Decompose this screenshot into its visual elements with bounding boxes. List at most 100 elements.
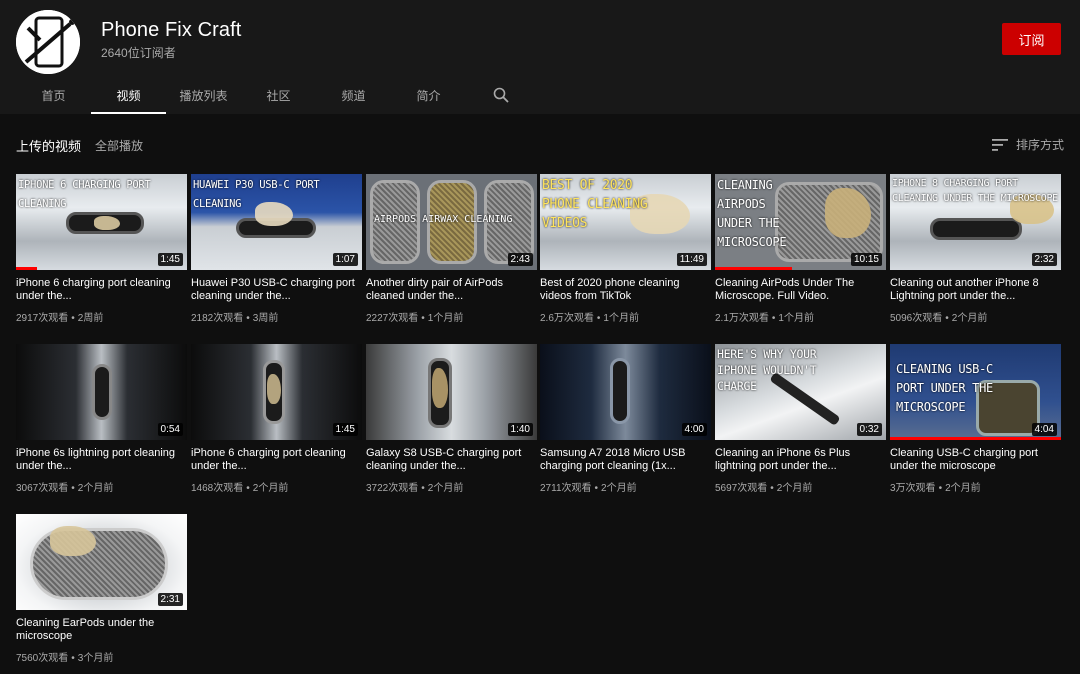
video-thumbnail[interactable]: AIRPODS AIRWAX CLEANING 2:43 xyxy=(366,174,537,270)
watch-progress xyxy=(16,267,37,270)
upload-age: 1个月前 xyxy=(427,313,464,324)
video-thumbnail[interactable]: 1:40 xyxy=(366,344,537,440)
view-count: 2227次观看 xyxy=(366,313,419,324)
play-all-button[interactable]: 全部播放 xyxy=(95,137,143,154)
video-duration: 1:07 xyxy=(332,253,358,266)
video-thumbnail[interactable]: 1:45 xyxy=(191,344,362,440)
video-thumbnail[interactable]: BEST OF 2020 PHONE CLEANING VIDEOS 11:49 xyxy=(540,174,711,270)
sort-button[interactable]: 排序方式 xyxy=(991,136,1064,153)
video-thumbnail[interactable]: 0:54 xyxy=(16,344,187,440)
tab-playlists[interactable]: 播放列表 xyxy=(166,76,241,114)
video-title[interactable]: Best of 2020 phone cleaning videos from … xyxy=(540,277,711,303)
view-count: 5697次观看 xyxy=(715,483,768,494)
video-duration: 0:54 xyxy=(157,423,183,436)
section-title: 上传的视频 xyxy=(16,139,82,154)
video-duration: 2:43 xyxy=(507,253,533,266)
video-meta: 5697次观看 • 2个月前 xyxy=(715,483,813,494)
video-meta: 3067次观看 • 2个月前 xyxy=(16,483,114,494)
video-meta: 5096次观看 • 2个月前 xyxy=(890,313,988,324)
sort-icon xyxy=(991,138,1008,151)
video-title[interactable]: iPhone 6s lightning port cleaning under … xyxy=(16,447,187,473)
video-title[interactable]: Another dirty pair of AirPods cleaned un… xyxy=(366,277,537,303)
video-card[interactable]: IPHONE 8 CHARGING PORT CLEANING UNDER TH… xyxy=(890,174,1061,324)
upload-age: 1个月前 xyxy=(603,313,639,324)
tab-about[interactable]: 简介 xyxy=(391,76,466,114)
video-title[interactable]: iPhone 6 charging port cleaning under th… xyxy=(191,447,362,473)
subscribe-button[interactable]: 订阅 xyxy=(1002,23,1061,55)
upload-age: 2个月前 xyxy=(945,483,981,494)
thumbnail-caption: IPHONE 8 CHARGING PORT CLEANING UNDER TH… xyxy=(892,178,1058,204)
video-thumbnail[interactable]: HERE'S WHY YOUR IPHONE WOULDN'T CHARGE 0… xyxy=(715,344,886,440)
view-count: 1468次观看 xyxy=(191,483,244,494)
video-title[interactable]: Cleaning USB-C charging port under the m… xyxy=(890,447,1061,473)
tab-community[interactable]: 社区 xyxy=(241,76,316,114)
thumbnail-caption: CLEANING AIRPODS UNDER THE MICROSCOPE xyxy=(717,178,787,249)
video-card[interactable]: 1:45 iPhone 6 charging port cleaning und… xyxy=(191,344,362,494)
avatar[interactable] xyxy=(16,10,80,74)
tab-videos[interactable]: 视频 xyxy=(91,76,166,114)
channel-header: Phone Fix Craft 2640位订阅者 订阅 首页 视频 播放列表 社… xyxy=(0,0,1080,114)
video-duration: 1:40 xyxy=(507,423,533,436)
video-card[interactable]: 0:54 iPhone 6s lightning port cleaning u… xyxy=(16,344,187,494)
video-card[interactable]: IPHONE 6 CHARGING PORT CLEANING 1:45 iPh… xyxy=(16,174,187,324)
video-meta: 7560次观看 • 3个月前 xyxy=(16,653,114,664)
view-count: 2.6万次观看 xyxy=(540,313,594,324)
video-duration: 2:31 xyxy=(157,593,183,606)
tab-home[interactable]: 首页 xyxy=(16,76,91,114)
view-count: 3722次观看 xyxy=(366,483,419,494)
video-title[interactable]: Cleaning out another iPhone 8 Lightning … xyxy=(890,277,1061,303)
thumbnail-caption: IPHONE 6 CHARGING PORT CLEANING xyxy=(18,179,151,210)
thumbnail-caption: AIRPODS AIRWAX CLEANING xyxy=(374,214,513,225)
channel-tabs: 首页 视频 播放列表 社区 频道 简介 xyxy=(16,76,536,114)
search-icon xyxy=(493,87,509,103)
video-duration: 2:32 xyxy=(1031,253,1057,266)
video-meta: 2227次观看 • 1个月前 xyxy=(366,313,464,324)
view-count: 2711次观看 xyxy=(540,483,592,494)
video-title[interactable]: Cleaning EarPods under the microscope xyxy=(16,617,187,643)
channel-name: Phone Fix Craft xyxy=(101,19,242,41)
video-title[interactable]: Samsung A7 2018 Micro USB charging port … xyxy=(540,447,711,473)
tab-channels[interactable]: 频道 xyxy=(316,76,391,114)
video-title[interactable]: iPhone 6 charging port cleaning under th… xyxy=(16,277,187,303)
watch-progress xyxy=(715,267,792,270)
view-count: 2.1万次观看 xyxy=(715,313,769,324)
video-thumbnail[interactable]: CLEANING AIRPODS UNDER THE MICROSCOPE 10… xyxy=(715,174,886,270)
video-thumbnail[interactable]: 4:00 xyxy=(540,344,711,440)
video-title[interactable]: Cleaning AirPods Under The Microscope. F… xyxy=(715,277,886,303)
video-card[interactable]: HERE'S WHY YOUR IPHONE WOULDN'T CHARGE 0… xyxy=(715,344,886,494)
video-duration: 10:15 xyxy=(850,253,882,266)
video-thumbnail[interactable]: HUAWEI P30 USB-C PORT CLEANING 1:07 xyxy=(191,174,362,270)
view-count: 3万次观看 xyxy=(890,483,936,494)
video-card[interactable]: BEST OF 2020 PHONE CLEANING VIDEOS 11:49… xyxy=(540,174,711,324)
upload-age: 3个月前 xyxy=(77,653,114,664)
video-card[interactable]: CLEANING USB-C PORT UNDER THE MICROSCOPE… xyxy=(890,344,1061,494)
upload-age: 2个月前 xyxy=(951,313,988,324)
video-card[interactable]: 2:31 Cleaning EarPods under the microsco… xyxy=(16,514,187,664)
video-card[interactable]: AIRPODS AIRWAX CLEANING 2:43 Another dir… xyxy=(366,174,537,324)
video-card[interactable]: 4:00 Samsung A7 2018 Micro USB charging … xyxy=(540,344,711,494)
thumbnail-caption: BEST OF 2020 PHONE CLEANING VIDEOS xyxy=(542,178,648,231)
video-card[interactable]: HUAWEI P30 USB-C PORT CLEANING 1:07 Huaw… xyxy=(191,174,362,324)
upload-age: 2个月前 xyxy=(427,483,464,494)
video-meta: 2.1万次观看 • 1个月前 xyxy=(715,313,814,324)
video-title[interactable]: Galaxy S8 USB-C charging port cleaning u… xyxy=(366,447,537,473)
thumbnail-caption: HUAWEI P30 USB-C PORT CLEANING xyxy=(193,179,320,210)
video-meta: 1468次观看 • 2个月前 xyxy=(191,483,289,494)
video-meta: 2182次观看 • 3周前 xyxy=(191,313,279,324)
video-thumbnail[interactable]: IPHONE 6 CHARGING PORT CLEANING 1:45 xyxy=(16,174,187,270)
watch-progress xyxy=(890,437,1061,440)
view-count: 3067次观看 xyxy=(16,483,69,494)
sort-label: 排序方式 xyxy=(1015,138,1064,152)
video-thumbnail[interactable]: 2:31 xyxy=(16,514,187,610)
video-thumbnail[interactable]: CLEANING USB-C PORT UNDER THE MICROSCOPE… xyxy=(890,344,1061,440)
upload-age: 2个月前 xyxy=(601,483,637,494)
channel-logo-icon xyxy=(16,10,80,74)
video-title[interactable]: Cleaning an iPhone 6s Plus lightning por… xyxy=(715,447,886,473)
video-duration: 4:04 xyxy=(1031,423,1057,436)
upload-age: 3周前 xyxy=(252,313,279,324)
channel-search-button[interactable] xyxy=(466,76,536,114)
video-title[interactable]: Huawei P30 USB-C charging port cleaning … xyxy=(191,277,362,303)
video-card[interactable]: CLEANING AIRPODS UNDER THE MICROSCOPE 10… xyxy=(715,174,886,324)
video-card[interactable]: 1:40 Galaxy S8 USB-C charging port clean… xyxy=(366,344,537,494)
video-thumbnail[interactable]: IPHONE 8 CHARGING PORT CLEANING UNDER TH… xyxy=(890,174,1061,270)
